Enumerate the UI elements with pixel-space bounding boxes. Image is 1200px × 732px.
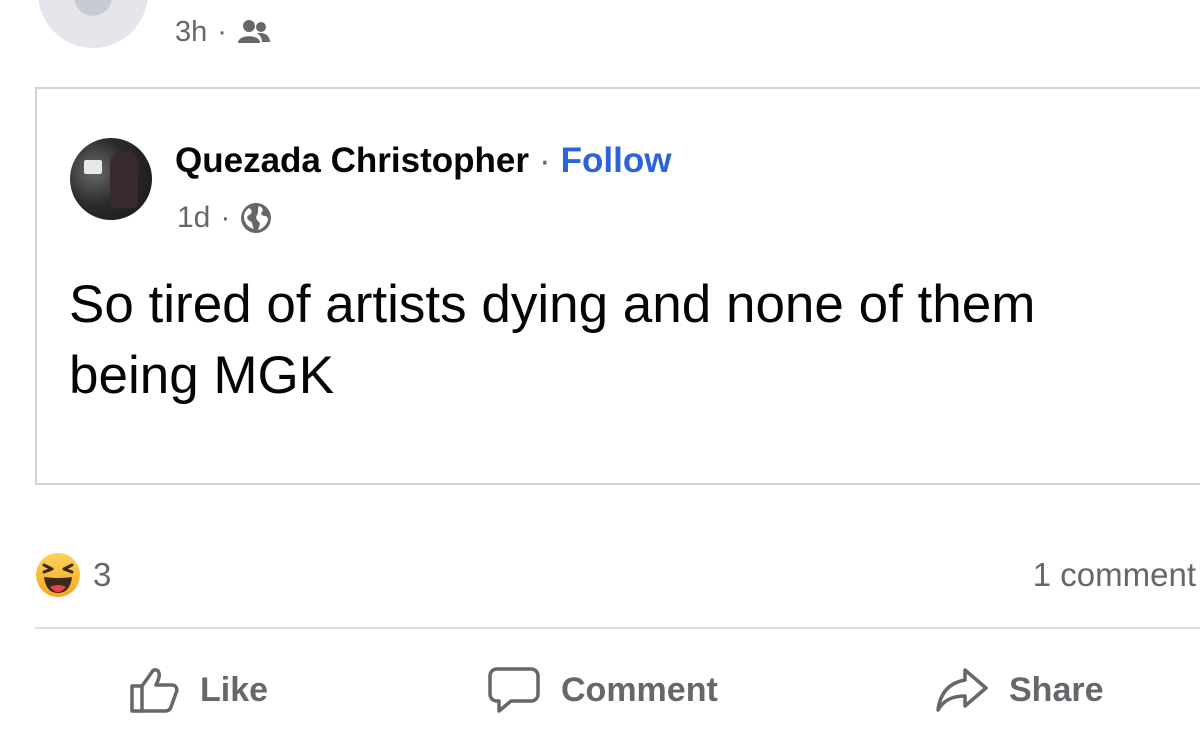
shared-post-time[interactable]: 1d (177, 201, 210, 235)
author-row: Quezada Christopher · Follow (175, 139, 671, 183)
meta-separator: · (217, 15, 227, 48)
like-icon (130, 668, 179, 713)
comment-label: Comment (561, 670, 718, 709)
shared-post-meta: 1d · (177, 197, 272, 239)
post-card: 3h · Quezada Christopher · Follow 1d · S… (0, 0, 1200, 732)
globe-icon[interactable] (240, 202, 272, 234)
meta-separator: · (220, 201, 231, 234)
reaction-count: 3 (93, 556, 112, 593)
avatar-photo-detail (84, 160, 102, 174)
divider (35, 627, 1200, 629)
author-name[interactable]: Quezada Christopher (175, 141, 529, 181)
follow-link[interactable]: Follow (561, 141, 672, 181)
haha-icon (35, 552, 81, 598)
outer-post-time[interactable]: 3h (175, 16, 207, 49)
like-button[interactable]: Like (128, 664, 268, 716)
shared-post[interactable]: Quezada Christopher · Follow 1d · So tir… (35, 87, 1200, 485)
avatar-photo-figure (110, 152, 138, 208)
friends-icon[interactable] (237, 19, 271, 45)
outer-avatar[interactable] (38, 0, 148, 48)
post-text: So tired of artists dying and none of th… (69, 275, 1036, 405)
comment-count-link[interactable]: 1 comment (1033, 552, 1196, 598)
share-label: Share (1009, 670, 1104, 709)
reaction-summary[interactable]: 3 (35, 552, 111, 598)
name-separator: · (538, 141, 551, 180)
author-avatar[interactable] (70, 138, 152, 220)
share-icon (936, 668, 988, 712)
avatar-placeholder-head (74, 0, 112, 16)
comment-icon (488, 667, 540, 713)
share-button[interactable]: Share (935, 664, 1104, 716)
like-label: Like (200, 670, 269, 709)
outer-post-meta: 3h · (175, 12, 271, 52)
comment-button[interactable]: Comment (487, 664, 718, 716)
